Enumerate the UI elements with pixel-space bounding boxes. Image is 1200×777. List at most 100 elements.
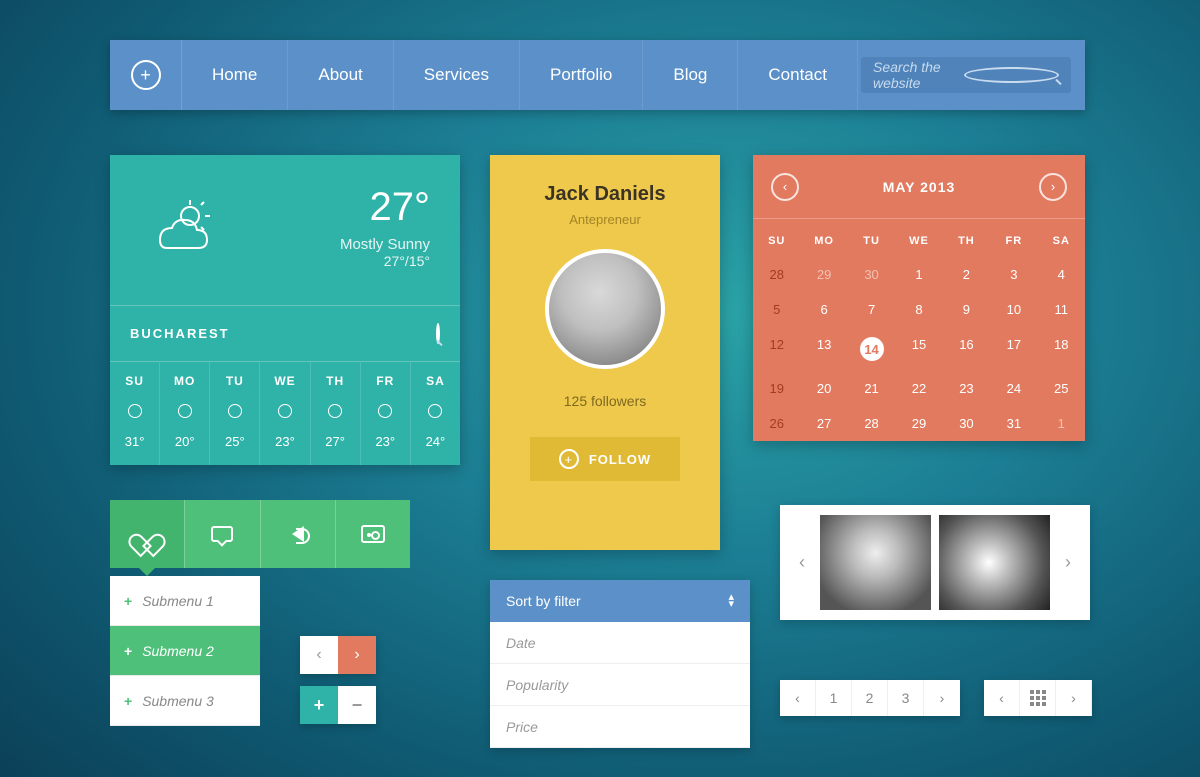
calendar-day[interactable]: 9 xyxy=(943,292,990,327)
calendar-day[interactable]: 8 xyxy=(895,292,942,327)
day-name: TU xyxy=(210,374,259,388)
calendar-day[interactable]: 4 xyxy=(1038,257,1085,292)
speaker-icon xyxy=(292,526,304,542)
calendar-day[interactable]: 23 xyxy=(943,371,990,406)
weather-city: BUCHAREST xyxy=(130,326,230,341)
calendar-day[interactable]: 29 xyxy=(895,406,942,441)
day-temp: 27° xyxy=(311,434,360,449)
weather-search-button[interactable] xyxy=(436,325,440,343)
follow-label: FOLLOW xyxy=(589,452,651,467)
calendar-day[interactable]: 11 xyxy=(1038,292,1085,327)
nav-item-portfolio[interactable]: Portfolio xyxy=(520,40,643,110)
day-temp: 25° xyxy=(210,434,259,449)
weather-condition: Mostly Sunny xyxy=(250,236,430,253)
calendar-day[interactable]: 22 xyxy=(895,371,942,406)
profile-card: Jack Daniels Antepreneur 125 followers +… xyxy=(490,155,720,550)
calendar-day[interactable]: 31 xyxy=(990,406,1037,441)
nav-item-contact[interactable]: Contact xyxy=(738,40,858,110)
calendar-title: MAY 2013 xyxy=(883,179,956,195)
calendar-day[interactable]: 13 xyxy=(800,327,847,371)
arrow-prev-button[interactable]: ‹ xyxy=(300,636,338,674)
calendar-day[interactable]: 16 xyxy=(943,327,990,371)
gallery-next-button[interactable]: › xyxy=(1054,505,1082,620)
calendar-day[interactable]: 7 xyxy=(848,292,895,327)
pager-page[interactable]: 2 xyxy=(852,680,888,716)
arrow-next-button[interactable]: › xyxy=(338,636,376,674)
pager-next-button[interactable]: › xyxy=(924,680,960,716)
nav-add-button[interactable]: + xyxy=(110,40,182,110)
sort-title: Sort by filter xyxy=(506,593,581,609)
calendar-day[interactable]: 17 xyxy=(990,327,1037,371)
calendar-day[interactable]: 20 xyxy=(800,371,847,406)
plus-icon: + xyxy=(124,643,132,659)
sort-option[interactable]: Price xyxy=(490,706,750,748)
sort-option[interactable]: Date xyxy=(490,622,750,664)
calendar-day[interactable]: 28 xyxy=(753,257,800,292)
weather-temp: 27° xyxy=(250,185,430,230)
calendar-day[interactable]: 1 xyxy=(895,257,942,292)
avatar xyxy=(545,249,665,369)
tab-chat[interactable] xyxy=(184,500,259,568)
forecast-day: FR 23° xyxy=(360,361,410,465)
gallery-thumb[interactable] xyxy=(939,515,1050,610)
weather-hilo: 27°/15° xyxy=(250,253,430,269)
calendar-day[interactable]: 12 xyxy=(753,327,800,371)
day-icon xyxy=(110,396,159,426)
calendar-day[interactable]: 15 xyxy=(895,327,942,371)
day-name: SA xyxy=(411,374,460,388)
nav-item-services[interactable]: Services xyxy=(394,40,520,110)
calendar-next-button[interactable]: › xyxy=(1039,173,1067,201)
day-icon xyxy=(311,396,360,426)
submenu-item[interactable]: +Submenu 1 xyxy=(110,576,260,626)
calendar-day[interactable]: 18 xyxy=(1038,327,1085,371)
calendar-day[interactable]: 29 xyxy=(800,257,847,292)
decrement-button[interactable]: − xyxy=(338,686,376,724)
calendar-day[interactable]: 5 xyxy=(753,292,800,327)
sort-option[interactable]: Popularity xyxy=(490,664,750,706)
pager-page[interactable]: 3 xyxy=(888,680,924,716)
calendar-day[interactable]: 24 xyxy=(990,371,1037,406)
follow-button[interactable]: + FOLLOW xyxy=(530,437,680,481)
calendar-prev-button[interactable]: ‹ xyxy=(771,173,799,201)
tab-radio[interactable] xyxy=(335,500,410,568)
pager-grid-button[interactable] xyxy=(1020,680,1056,716)
pager-page[interactable]: 1 xyxy=(816,680,852,716)
nav-item-home[interactable]: Home xyxy=(182,40,288,110)
plus-icon: + xyxy=(124,693,132,709)
calendar-day[interactable]: 2 xyxy=(943,257,990,292)
calendar-day[interactable]: 1 xyxy=(1038,406,1085,441)
calendar-day[interactable]: 26 xyxy=(753,406,800,441)
nav-search: Search the website xyxy=(861,40,1085,110)
calendar-day[interactable]: 10 xyxy=(990,292,1037,327)
gallery-thumb[interactable] xyxy=(820,515,931,610)
tab-sound[interactable] xyxy=(260,500,335,568)
nav-item-blog[interactable]: Blog xyxy=(643,40,738,110)
calendar-dow: SU xyxy=(753,219,800,257)
calendar-day[interactable]: 28 xyxy=(848,406,895,441)
calendar-day[interactable]: 14 xyxy=(848,327,895,371)
nav-item-about[interactable]: About xyxy=(288,40,393,110)
submenu-label: Submenu 1 xyxy=(142,593,214,609)
calendar-day[interactable]: 3 xyxy=(990,257,1037,292)
tab-favorites[interactable] xyxy=(110,500,184,568)
increment-button[interactable]: + xyxy=(300,686,338,724)
arrow-stepper: ‹ › xyxy=(300,636,376,674)
pager-next-button[interactable]: › xyxy=(1056,680,1092,716)
calendar-day[interactable]: 30 xyxy=(943,406,990,441)
calendar-day[interactable]: 30 xyxy=(848,257,895,292)
calendar-day[interactable]: 21 xyxy=(848,371,895,406)
calendar-day[interactable]: 25 xyxy=(1038,371,1085,406)
sort-toggle[interactable]: Sort by filter ▴▾ xyxy=(490,580,750,622)
search-input[interactable]: Search the website xyxy=(861,57,1071,93)
submenu-item[interactable]: + Submenu 3 xyxy=(110,676,260,726)
gallery-prev-button[interactable]: ‹ xyxy=(788,505,816,620)
submenu-item[interactable]: +Submenu 2 xyxy=(110,626,260,676)
calendar-day[interactable]: 27 xyxy=(800,406,847,441)
day-icon xyxy=(160,396,209,426)
pager-prev-button[interactable]: ‹ xyxy=(984,680,1020,716)
submenu-label: Submenu 3 xyxy=(142,693,214,709)
calendar-day[interactable]: 19 xyxy=(753,371,800,406)
calendar-day[interactable]: 6 xyxy=(800,292,847,327)
day-name: TH xyxy=(311,374,360,388)
pager-prev-button[interactable]: ‹ xyxy=(780,680,816,716)
